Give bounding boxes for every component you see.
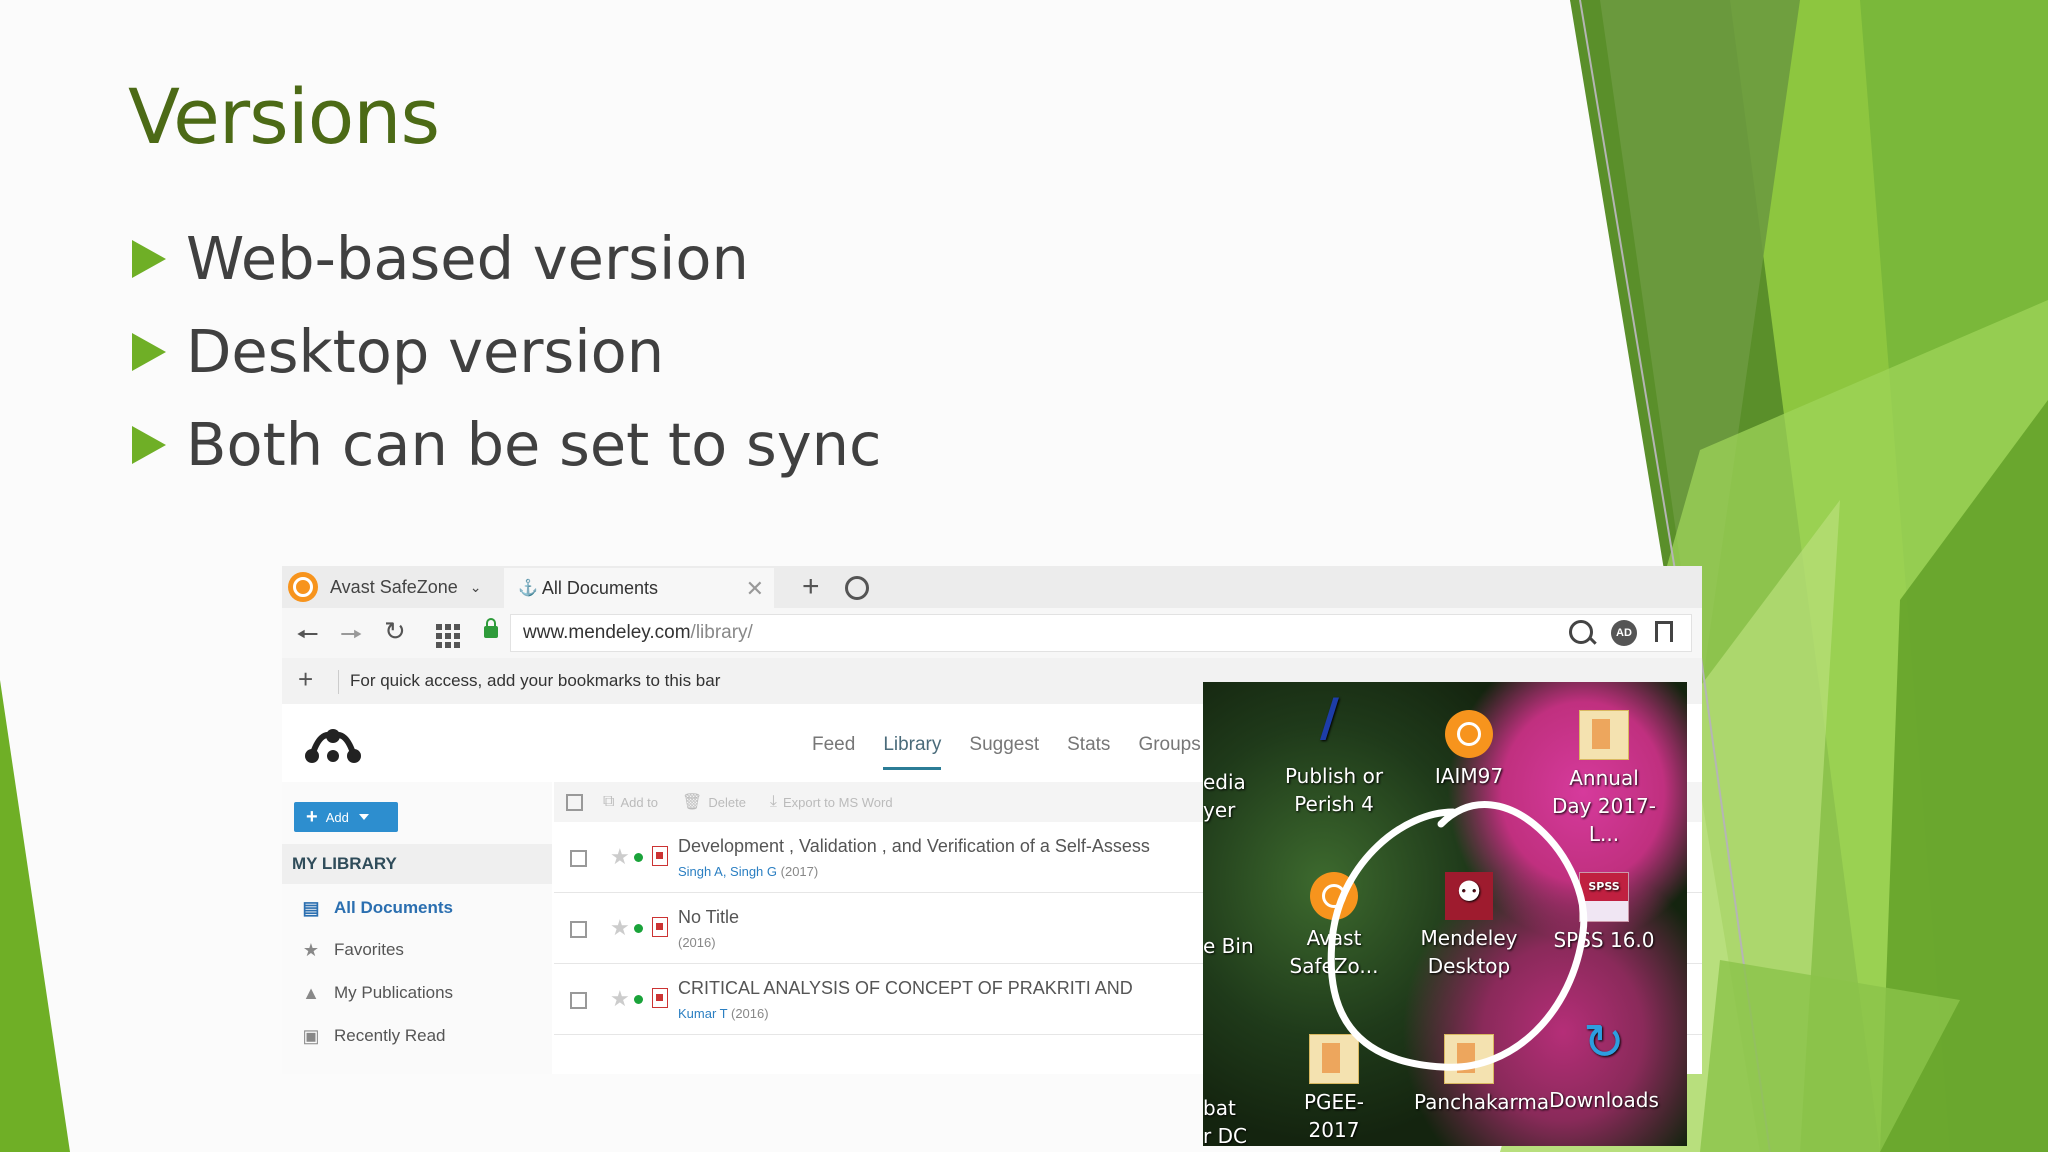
tab-label: All Documents (541, 577, 658, 598)
select-all-checkbox[interactable] (566, 793, 583, 811)
adblock-icon[interactable]: AD (1611, 620, 1637, 646)
download-icon: ⤓ (769, 793, 777, 810)
bullet-marker-icon (132, 425, 166, 464)
document-title[interactable]: No Title (678, 907, 739, 928)
tab-all-documents[interactable]: ⚓ All Documents ✕ (504, 568, 774, 608)
nav-suggest[interactable]: Suggest (969, 734, 1039, 756)
document-year: (2017) (780, 864, 819, 879)
graduation-cap-icon: ▲ (302, 982, 320, 1003)
row-checkbox[interactable] (570, 921, 587, 938)
export-button[interactable]: ⤓ Export to MS Word (770, 793, 893, 811)
bullet-marker-icon (132, 239, 166, 278)
document-year: (2016) (678, 935, 716, 950)
nav-feed[interactable]: Feed (812, 734, 855, 756)
zoom-out-icon[interactable] (1569, 620, 1593, 644)
pdf-icon[interactable] (652, 988, 668, 1008)
mendeley-nav: Feed Library Suggest Stats Groups (812, 734, 1229, 770)
read-status-icon (634, 924, 643, 933)
mendeley-logo-icon[interactable] (302, 726, 364, 766)
back-icon[interactable]: 🠔 (296, 616, 319, 660)
sidebar-item-label: All Documents (334, 898, 454, 917)
nav-groups[interactable]: Groups (1138, 734, 1200, 756)
document-title[interactable]: Development , Validation , and Verificat… (678, 836, 1150, 857)
bullet-text: Desktop version (186, 317, 665, 386)
row-checkbox[interactable] (570, 992, 587, 1009)
star-icon[interactable]: ★ (610, 844, 630, 870)
bookmarks-message: For quick access, add your bookmarks to … (350, 671, 721, 690)
mendeley-tab-icon: ⚓ (518, 580, 538, 597)
new-tab-icon[interactable]: + (802, 570, 820, 604)
read-status-icon (634, 853, 643, 862)
document-year: (2016) (731, 1006, 769, 1021)
pdf-icon[interactable] (652, 917, 668, 937)
add-button-label: Add (325, 809, 349, 825)
document-meta: Singh A, Singh G (2017) (678, 864, 818, 879)
bullet-item: Both can be set to sync (132, 398, 882, 491)
add-button[interactable]: + Add (294, 802, 398, 832)
sidebar-item-label: Favorites (334, 940, 404, 959)
book-icon: ▣ (302, 1025, 320, 1046)
document-meta: Kumar T (2016) (678, 1006, 769, 1021)
tab-avast-safezone[interactable]: Avast SafeZone ⌄ (288, 571, 488, 603)
sidebar-item-recently-read[interactable]: ▣ Recently Read (302, 1025, 446, 1046)
add-to-icon: ⧉ (603, 793, 615, 810)
hand-drawn-circle-annotation (1327, 801, 1588, 1071)
delete-button[interactable]: 🗑 Delete (682, 792, 746, 812)
my-library-label: MY LIBRARY (292, 854, 397, 873)
slide-title: Versions (128, 72, 440, 161)
document-meta: (2016) (678, 935, 716, 950)
bullet-marker-icon (132, 332, 166, 371)
sidebar-item-my-publications[interactable]: ▲ My Publications (302, 983, 453, 1003)
pdf-icon[interactable] (652, 846, 668, 866)
chevron-down-icon[interactable]: ⌄ (470, 579, 482, 596)
lock-icon (484, 618, 498, 638)
sidebar-item-favorites[interactable]: ★ Favorites (302, 940, 404, 960)
plus-icon: + (306, 805, 318, 828)
close-tab-icon[interactable]: ✕ (746, 576, 764, 602)
nav-stats[interactable]: Stats (1067, 734, 1110, 756)
my-library-header[interactable]: MY LIBRARY (282, 844, 552, 884)
sidebar-item-all-documents[interactable]: ▤ All Documents (302, 898, 453, 918)
star-icon[interactable]: ★ (610, 915, 630, 941)
tab-label: Avast SafeZone (330, 576, 458, 597)
bullet-text: Web-based version (186, 224, 749, 293)
export-label: Export to MS Word (783, 794, 893, 810)
document-title[interactable]: CRITICAL ANALYSIS OF CONCEPT OF PRAKRITI… (678, 978, 1133, 999)
add-bookmark-icon[interactable]: + (298, 664, 313, 695)
delete-label: Delete (708, 794, 746, 810)
tab-bar: Avast SafeZone ⌄ ⚓ All Documents ✕ + (282, 566, 1702, 608)
read-status-icon (634, 995, 643, 1004)
bullet-list: Web-based version Desktop version Both c… (132, 212, 882, 491)
bullet-item: Web-based version (132, 212, 882, 305)
document-authors: Kumar T (678, 1006, 728, 1021)
url-path: /library/ (690, 622, 753, 643)
reload-icon[interactable]: ↻ (384, 616, 406, 647)
avast-logo-icon (288, 572, 318, 602)
apps-grid-icon[interactable] (436, 624, 460, 648)
url-host: www.mendeley.com (523, 622, 691, 643)
sidebar-item-label: Recently Read (334, 1026, 446, 1045)
add-to-label: Add to (620, 794, 659, 810)
library-sidebar: + Add MY LIBRARY ▤ All Documents ★ Favor… (282, 782, 552, 1074)
address-bar[interactable]: www.mendeley.com/library/ AD (510, 614, 1692, 652)
bookmark-icon[interactable] (1655, 621, 1673, 642)
divider (338, 670, 339, 694)
star-icon[interactable]: ★ (610, 986, 630, 1012)
nav-library[interactable]: Library (883, 734, 942, 770)
caret-down-icon (358, 814, 369, 820)
row-checkbox[interactable] (570, 850, 587, 867)
history-icon[interactable] (845, 576, 869, 600)
forward-icon[interactable]: 🠖 (340, 616, 363, 660)
sidebar-item-label: My Publications (334, 983, 454, 1002)
trash-icon: 🗑 (682, 794, 703, 811)
documents-icon: ▤ (302, 897, 320, 918)
document-authors: Singh A, Singh G (678, 864, 778, 879)
navigation-bar: 🠔 🠖 ↻ www.mendeley.com/library/ AD (282, 608, 1702, 658)
bullet-item: Desktop version (132, 305, 882, 398)
bullet-text: Both can be set to sync (186, 410, 882, 479)
add-to-button[interactable]: ⧉ Add to (603, 793, 658, 811)
star-icon: ★ (302, 939, 320, 960)
desktop-screenshot: edia yer e Bin bat r DC Publish or Peris… (1203, 682, 1687, 1146)
